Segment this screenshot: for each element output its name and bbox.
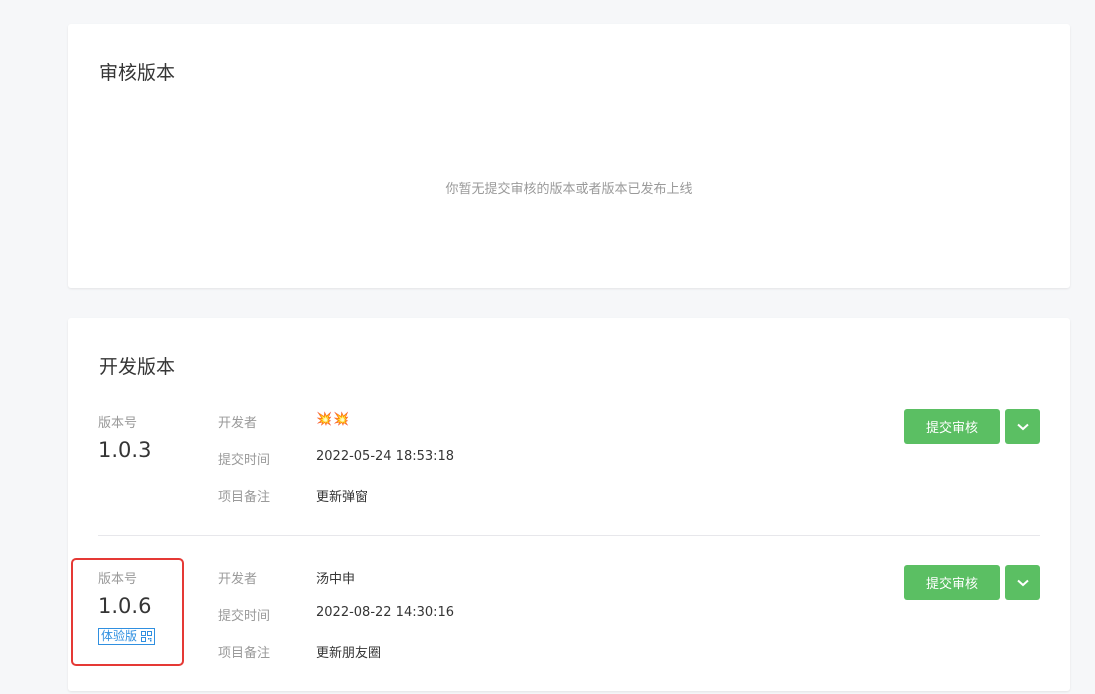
- developer-value: 💥💥: [316, 412, 351, 427]
- developer-label: 开发者: [218, 416, 258, 431]
- developer-label: 开发者: [218, 572, 258, 587]
- chevron-down-icon: [1016, 579, 1029, 586]
- submit-time-value: 2022-05-24 18:53:18: [316, 449, 455, 464]
- chevron-down-icon: [1016, 423, 1029, 430]
- version-meta: 开发者 💥💥 提交时间 2022-05-24 18:53:18 项目备注 更新弹…: [218, 412, 454, 523]
- review-version-card: 审核版本 你暂无提交审核的版本或者版本已发布上线: [68, 24, 1070, 288]
- note-label: 项目备注: [218, 490, 271, 505]
- version-row: 版本号 1.0.6 体验版 开发者 汤中申 提交时间 2022-08-22 14…: [98, 562, 1040, 682]
- developer-value: 汤中申: [316, 572, 356, 587]
- version-row: 版本号 1.0.3 开发者 💥💥 提交时间 2022-05-24 18:53:1…: [98, 406, 1040, 536]
- version-label: 版本号: [98, 416, 138, 431]
- dev-version-title: 开发版本: [99, 356, 176, 378]
- submit-time-value: 2022-08-22 14:30:16: [316, 605, 455, 620]
- submit-review-button[interactable]: 提交审核: [904, 565, 1000, 600]
- highlight-annotation-box: [71, 558, 184, 666]
- version-actions: 提交审核: [904, 409, 1040, 444]
- dev-version-card: 开发版本 版本号 1.0.3 开发者 💥💥 提交时间 2022-05-24 18…: [68, 318, 1070, 691]
- note-label: 项目备注: [218, 646, 271, 661]
- review-version-title: 审核版本: [99, 62, 176, 84]
- review-empty-message: 你暂无提交审核的版本或者版本已发布上线: [445, 182, 693, 197]
- version-actions: 提交审核: [904, 565, 1040, 600]
- note-value: 更新朋友圈: [316, 646, 382, 661]
- version-divider: [98, 535, 1040, 536]
- more-options-button[interactable]: [1005, 409, 1040, 444]
- submit-review-button[interactable]: 提交审核: [904, 409, 1000, 444]
- submit-time-label: 提交时间: [218, 453, 271, 468]
- version-meta: 开发者 汤中申 提交时间 2022-08-22 14:30:16 项目备注 更新…: [218, 568, 454, 679]
- more-options-button[interactable]: [1005, 565, 1040, 600]
- submit-time-label: 提交时间: [218, 609, 271, 624]
- version-number: 1.0.3: [98, 438, 152, 462]
- note-value: 更新弹窗: [316, 490, 369, 505]
